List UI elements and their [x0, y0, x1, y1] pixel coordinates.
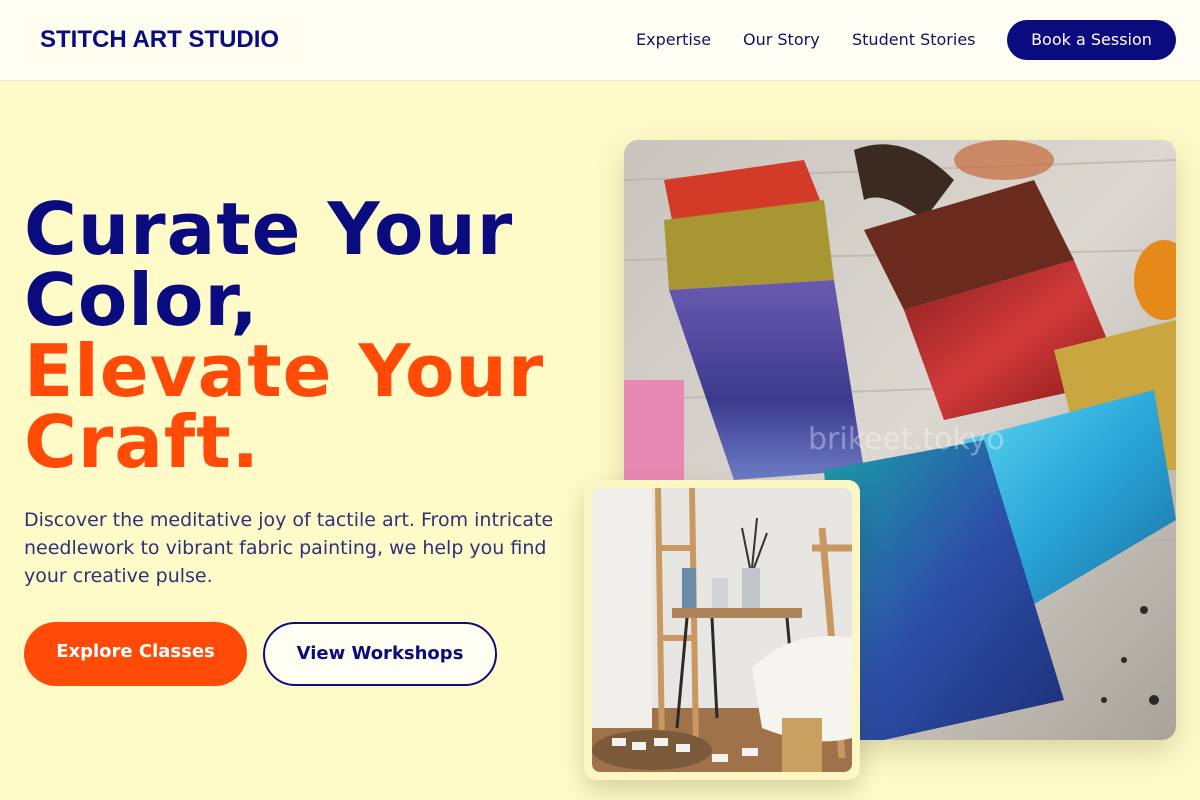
nav-link-expertise[interactable]: Expertise — [636, 30, 711, 49]
image-watermark: brikeet.tokyo — [808, 422, 1005, 457]
view-workshops-button[interactable]: View Workshops — [263, 622, 497, 686]
nav-link-our-story[interactable]: Our Story — [743, 30, 820, 49]
book-session-button[interactable]: Book a Session — [1007, 20, 1176, 60]
explore-classes-button[interactable]: Explore Classes — [24, 622, 247, 686]
headline-line-3: Elevate Your — [24, 329, 545, 413]
logo[interactable]: STITCH ART STUDIO — [24, 15, 304, 65]
logo-text[interactable]: STITCH ART STUDIO — [40, 26, 279, 54]
site-header: STITCH ART STUDIO Expertise Our Story St… — [0, 0, 1200, 81]
headline-line-2: Color, — [24, 258, 259, 342]
inset-image-frame — [584, 480, 860, 780]
hero-headline: Curate Your Color, Elevate Your Craft. — [24, 187, 545, 484]
art-studio-image — [592, 488, 852, 772]
art-studio-illustration — [592, 488, 852, 772]
headline-line-4: Craft. — [24, 400, 261, 484]
hero-description: Discover the meditative joy of tactile a… — [24, 509, 554, 587]
headline-line-1: Curate Your — [24, 187, 514, 271]
nav-link-student-stories[interactable]: Student Stories — [852, 30, 976, 49]
